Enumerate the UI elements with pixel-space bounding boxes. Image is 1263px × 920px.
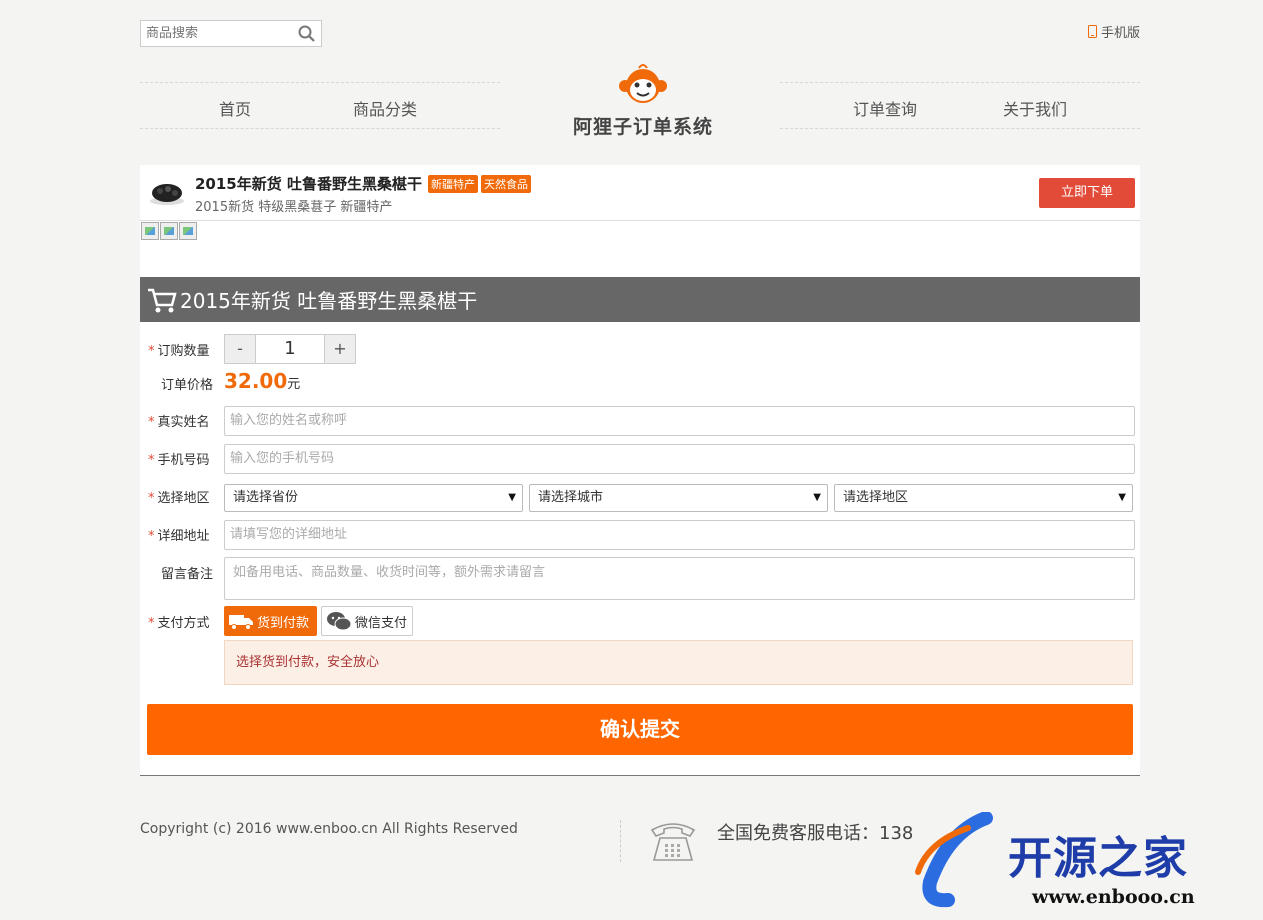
product-gallery <box>140 221 1140 277</box>
product-badge: 新疆特产 <box>427 174 478 193</box>
address-label-text: 详细地址 <box>157 529 210 544</box>
order-form-header: 2015年新货 吐鲁番野生黑桑椹干 <box>140 277 1140 322</box>
monkey-logo-icon <box>619 64 667 103</box>
payment-option-cod[interactable]: 货到付款 <box>224 606 317 636</box>
nav-divider <box>140 128 500 129</box>
wechat-icon <box>327 612 352 631</box>
search-input[interactable] <box>141 21 291 46</box>
dropdown-arrow-icon: ▼ <box>1118 492 1126 503</box>
footer-separator <box>620 820 621 862</box>
region-label-text: 选择地区 <box>157 491 210 506</box>
phone-icon <box>1087 25 1097 38</box>
footer-divider <box>140 775 1140 776</box>
required-mark: * <box>148 344 155 359</box>
nav-divider <box>140 82 500 83</box>
quantity-minus-button[interactable]: - <box>225 335 255 363</box>
search-box[interactable] <box>140 20 322 47</box>
remark-label: 留言备注 <box>161 567 214 582</box>
required-mark: * <box>148 491 155 506</box>
required-mark: * <box>148 529 155 544</box>
payment-option-label: 货到付款 <box>257 615 310 631</box>
site-title: 阿狸子订单系统 <box>572 116 713 138</box>
nav-divider <box>780 82 1140 83</box>
price-unit: 元 <box>287 377 301 392</box>
watermark-text: 开源之家 <box>1008 833 1188 884</box>
payment-label: * 支付方式 <box>148 612 218 631</box>
product-header: 2015年新货 吐鲁番野生黑桑椹干 新疆特产 天然食品 2015新货 特级黑桑葚… <box>140 165 1140 221</box>
quantity-label: * 订购数量 <box>148 340 218 359</box>
province-select-value: 请选择省份 <box>233 490 299 505</box>
order-price: 32.00元 <box>224 369 300 393</box>
dropdown-arrow-icon: ▼ <box>508 492 516 503</box>
mobile-version-label: 手机版 <box>1100 26 1140 41</box>
province-select[interactable]: 请选择省份 ▼ <box>224 484 523 512</box>
nav-divider <box>780 128 1140 129</box>
submit-button[interactable]: 确认提交 <box>147 704 1133 755</box>
city-select[interactable]: 请选择城市 ▼ <box>529 484 828 512</box>
site-logo[interactable]: 阿狸子订单系统 <box>568 62 718 139</box>
product-title: 2015年新货 吐鲁番野生黑桑椹干 <box>195 175 422 193</box>
quantity-stepper: - 1 + <box>224 334 356 364</box>
product-thumbnail <box>150 184 184 205</box>
quantity-label-text: 订购数量 <box>157 344 210 359</box>
address-label: * 详细地址 <box>148 525 218 544</box>
search-icon[interactable] <box>297 24 317 44</box>
nav-order-query[interactable]: 订单查询 <box>853 96 917 120</box>
nav-home[interactable]: 首页 <box>219 96 251 120</box>
gallery-image[interactable] <box>160 222 178 240</box>
name-label: * 真实姓名 <box>148 411 218 430</box>
district-select-value: 请选择地区 <box>843 490 909 505</box>
required-mark: * <box>148 415 155 430</box>
dropdown-arrow-icon: ▼ <box>813 492 821 503</box>
truck-icon <box>229 615 253 630</box>
product-title-row: 2015年新货 吐鲁番野生黑桑椹干 新疆特产 天然食品 <box>195 173 531 194</box>
mobile-version-link[interactable]: 手机版 <box>1087 22 1140 41</box>
product-subtitle: 2015新货 特级黑桑葚子 新疆特产 <box>195 200 393 215</box>
cart-icon <box>148 288 177 312</box>
required-mark: * <box>148 616 155 631</box>
city-select-value: 请选择城市 <box>538 490 604 505</box>
gallery-image[interactable] <box>141 222 159 240</box>
phone-label-text: 手机号码 <box>157 453 210 468</box>
watermark-url: www.enbooo.cn <box>1032 886 1195 908</box>
phone-label: * 手机号码 <box>148 449 218 468</box>
copyright-text: Copyright (c) 2016 www.enboo.cn All Righ… <box>140 821 518 837</box>
watermark-logo-icon <box>915 812 993 908</box>
quantity-input[interactable]: 1 <box>255 335 325 363</box>
order-form-title: 2015年新货 吐鲁番野生黑桑椹干 <box>180 289 478 313</box>
phone-field[interactable]: 输入您的手机号码 <box>224 444 1135 474</box>
price-label: 订单价格 <box>161 378 214 393</box>
payment-notice: 选择货到付款，安全放心 <box>224 640 1133 685</box>
buy-now-button[interactable]: 立即下单 <box>1039 178 1135 208</box>
gallery-image[interactable] <box>179 222 197 240</box>
watermark: 开源之家 www.enbooo.cn <box>908 812 1263 920</box>
district-select[interactable]: 请选择地区 ▼ <box>834 484 1133 512</box>
name-label-text: 真实姓名 <box>157 415 210 430</box>
payment-option-label: 微信支付 <box>355 615 408 631</box>
order-form: * 订购数量 - 1 + 订单价格 32.00元 * 真实姓名 输入您的姓名或称呼 … <box>140 322 1140 775</box>
payment-option-wechat[interactable]: 微信支付 <box>321 606 413 636</box>
price-value: 32.00 <box>224 369 288 393</box>
nav-categories[interactable]: 商品分类 <box>353 96 417 120</box>
hotline-text: 全国免费客服电话：138 <box>717 823 914 844</box>
name-field[interactable]: 输入您的姓名或称呼 <box>224 406 1135 436</box>
telephone-icon <box>650 823 696 861</box>
address-field[interactable]: 请填写您的详细地址 <box>224 520 1135 550</box>
payment-label-text: 支付方式 <box>157 616 210 631</box>
nav-about-us[interactable]: 关于我们 <box>1003 96 1067 120</box>
remark-textarea[interactable]: 如备用电话、商品数量、收货时间等，额外需求请留言 <box>224 557 1135 600</box>
product-badge: 天然食品 <box>480 174 531 193</box>
required-mark: * <box>148 453 155 468</box>
quantity-plus-button[interactable]: + <box>325 335 355 363</box>
region-label: * 选择地区 <box>148 487 218 506</box>
